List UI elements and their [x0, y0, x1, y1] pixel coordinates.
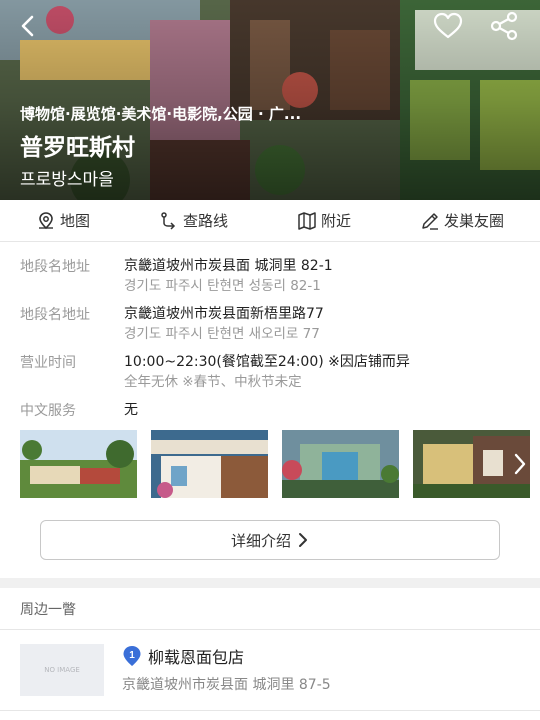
info-label: 地段名地址 [20, 307, 90, 323]
no-image-placeholder: NO IMAGE [20, 644, 104, 696]
pencil-icon [422, 212, 438, 230]
nearby-heading: 周边一瞥 [0, 588, 540, 630]
map-icon [298, 211, 316, 230]
info-sub-value: 경기도 파주시 탄현면 새오리로 77 [124, 326, 320, 342]
nearby-list-item[interactable]: NO IMAGE 1 柳载恩面包店 京畿道坡州市炭县面 城洞里 87-5 [0, 630, 540, 711]
info-value: 10:00~22:30(餐馆截至24:00) ※因店铺而异 [124, 354, 410, 370]
share-icon [490, 11, 518, 41]
next-photos-button[interactable] [512, 452, 528, 480]
photo-strip [0, 430, 540, 498]
photo-thumbnail[interactable] [151, 430, 268, 498]
post-moments-button[interactable]: 发巣友圈 [420, 210, 504, 231]
info-label: 营业时间 [20, 355, 76, 371]
pin-number: 1 [129, 650, 135, 661]
route-label: 查路线 [182, 212, 228, 230]
share-button[interactable] [488, 10, 520, 42]
photo-thumbnail[interactable] [20, 430, 137, 498]
info-section: 地段名地址 京畿道坡州市炭县面 城洞里 82-1 경기도 파주시 탄현면 성동리… [0, 242, 540, 422]
nearby-button[interactable]: 附近 [297, 210, 351, 231]
info-label: 地段名地址 [20, 259, 90, 275]
page-title: 普罗旺斯村 [20, 135, 135, 161]
heart-icon [433, 12, 463, 39]
info-row-chinese-service: 中文服务 无 [20, 400, 520, 422]
detail-intro-button[interactable]: 详细介绍 [40, 520, 500, 560]
info-value: 京畿道坡州市炭县面新梧里路77 [124, 306, 324, 322]
chevron-right-icon [299, 533, 307, 547]
chevron-right-icon [514, 453, 526, 475]
section-divider [0, 578, 540, 588]
map-button[interactable]: 地图 [36, 210, 90, 231]
map-pin-icon [39, 211, 53, 229]
info-value: 京畿道坡州市炭县面 城洞里 82-1 [124, 258, 333, 274]
info-value: 无 [124, 402, 138, 418]
photo-thumbnail[interactable] [282, 430, 399, 498]
map-label: 地图 [60, 212, 91, 230]
category-list: 博物馆·展览馆·美术馆·电影院,公园 · 广... [20, 105, 302, 123]
nearby-label: 附近 [320, 212, 351, 230]
info-label: 中文服务 [20, 403, 76, 419]
back-arrow-icon [21, 15, 34, 37]
nearby-name: 柳载恩面包店 [148, 648, 245, 667]
info-row-address-road: 地段名地址 京畿道坡州市炭县面新梧里路77 경기도 파주시 탄현면 새오리로 7… [20, 304, 520, 344]
numbered-pin-icon: 1 [123, 646, 141, 666]
favorite-button[interactable] [432, 10, 464, 42]
hero-banner: 博物馆·展览馆·美术馆·电影院,公园 · 广... 普罗旺斯村 프로방스마을 [0, 0, 540, 200]
post-moments-label: 发巣友圈 [443, 212, 504, 230]
detail-intro-label: 详细介绍 [230, 531, 291, 550]
nearby-address: 京畿道坡州市炭县面 城洞里 87-5 [122, 677, 331, 693]
info-sub-value: 全年无休 ※春节、中秋节未定 [124, 374, 302, 390]
back-button[interactable] [12, 10, 44, 42]
action-bar: 地图 查路线 附近 发巣友圈 [0, 200, 540, 242]
info-row-hours: 营业时间 10:00~22:30(餐馆截至24:00) ※因店铺而异 全年无休 … [20, 352, 520, 392]
route-button[interactable]: 查路线 [159, 210, 228, 231]
route-icon [161, 211, 176, 230]
page-subtitle: 프로방스마을 [20, 170, 114, 190]
info-row-address: 地段名地址 京畿道坡州市炭县面 城洞里 82-1 경기도 파주시 탄현면 성동리… [20, 256, 520, 296]
info-sub-value: 경기도 파주시 탄현면 성동리 82-1 [124, 278, 321, 294]
